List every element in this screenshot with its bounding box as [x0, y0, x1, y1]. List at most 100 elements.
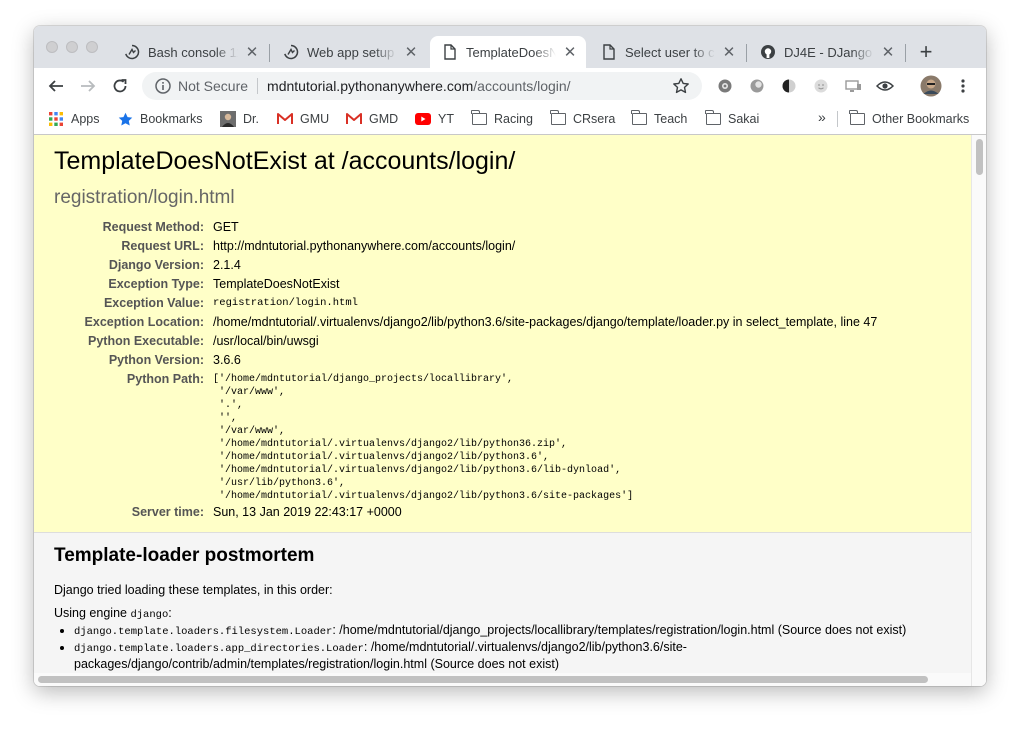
pythonanywhere-icon [124, 44, 140, 60]
loader-separator: : [363, 640, 371, 654]
gray-circle-extension-icon[interactable] [748, 77, 766, 95]
tab-separator [269, 44, 270, 62]
folder-icon [849, 110, 865, 127]
tab-dj4e[interactable]: DJ4E - DJango for Everybody ✕ [748, 36, 904, 68]
list-item: django.template.loaders.filesystem.Loade… [74, 623, 954, 640]
engine-name: django [130, 609, 169, 621]
page-icon [442, 44, 458, 60]
vertical-scrollbar[interactable] [971, 135, 986, 686]
apps-grid-icon [48, 111, 64, 127]
gmail-icon [277, 111, 293, 127]
security-label[interactable]: Not Secure [178, 78, 248, 94]
info-icon[interactable] [154, 77, 172, 95]
youtube-icon [415, 111, 431, 127]
bookmark-label: Dr. [243, 112, 259, 126]
page-title: TemplateDoesNotExist at /accounts/login/ [54, 147, 516, 175]
vertical-scroll-thumb[interactable] [976, 139, 983, 175]
tab-title: TemplateDoesNotExist [466, 44, 556, 60]
smiley-extension-icon[interactable] [812, 77, 830, 95]
meta-value: 3.6.6 [213, 353, 241, 367]
settings-extension-icon[interactable] [716, 77, 734, 95]
meta-row-exception-type: Exception Type: TemplateDoesNotExist [34, 275, 971, 294]
cast-extension-icon[interactable] [844, 77, 862, 95]
horizontal-scroll-thumb[interactable] [38, 676, 928, 683]
folder-icon [705, 110, 721, 127]
horizontal-scrollbar[interactable] [34, 673, 971, 686]
close-tab-icon[interactable]: ✕ [403, 44, 419, 61]
meta-label: Exception Value: [103, 296, 204, 310]
meta-label: Python Executable: [88, 334, 204, 348]
forward-button[interactable] [76, 74, 100, 98]
loader-detail: /home/mdntutorial/django_projects/locall… [339, 623, 907, 637]
meta-row-python-version: Python Version: 3.6.6 [34, 351, 971, 370]
meta-value: 2.1.4 [213, 258, 241, 272]
bookmark-other-bookmarks[interactable]: Other Bookmarks [849, 110, 969, 128]
bookmark-label: CRsera [573, 112, 616, 126]
meta-value: http://mdntutorial.pythonanywhere.com/ac… [213, 239, 516, 253]
back-button[interactable] [44, 74, 68, 98]
bookmark-folder-racing[interactable]: Racing [471, 110, 533, 128]
eye-extension-icon[interactable] [876, 77, 894, 95]
postmortem-intro: Django tried loading these templates, in… [54, 583, 333, 597]
pythonanywhere-icon [283, 44, 299, 60]
meta-label: Exception Location: [84, 315, 204, 329]
meta-value: /home/mdntutorial/.virtualenvs/django2/l… [213, 315, 878, 329]
bookmark-gmu[interactable]: GMU [277, 110, 329, 128]
bookmark-yt[interactable]: YT [415, 110, 454, 128]
new-tab-button[interactable]: + [914, 40, 938, 64]
meta-row-exception-location: Exception Location: /home/mdntutorial/.v… [34, 313, 971, 332]
reload-icon [113, 79, 127, 93]
bookmark-apps[interactable]: Apps [48, 110, 100, 128]
postmortem-heading: Template-loader postmortem [54, 545, 315, 566]
meta-label: Server time: [131, 505, 204, 519]
page-icon [601, 44, 617, 60]
url-host: mdntutorial.pythonanywhere.com [267, 78, 474, 94]
request-info-table: Request Method: GET Request URL: http://… [34, 218, 971, 522]
url-path: /accounts/login/ [473, 78, 571, 94]
meta-row-django-version: Django Version: 2.1.4 [34, 256, 971, 275]
bookmark-folder-teach[interactable]: Teach [631, 110, 687, 128]
meta-value: registration/login.html [213, 297, 358, 309]
meta-row-exception-value: Exception Value: registration/login.html [34, 294, 971, 313]
close-tab-icon[interactable]: ✕ [244, 44, 260, 61]
meta-value: ['/home/mdntutorial/django_projects/loca… [213, 370, 971, 503]
contrast-extension-icon[interactable] [780, 77, 798, 95]
meta-row-request-method: Request Method: GET [34, 218, 971, 237]
zoom-window-button[interactable] [86, 41, 98, 53]
tab-web-app-setup[interactable]: Web app setup : mdntutorial ✕ [271, 36, 427, 68]
meta-row-python-executable: Python Executable: /usr/local/bin/uwsgi [34, 332, 971, 351]
folder-icon [550, 110, 566, 127]
bookmark-label: Sakai [728, 112, 760, 126]
bookmark-label: Other Bookmarks [872, 112, 970, 126]
toolbar: Not Secure mdntutorial.pythonanywhere.co… [34, 68, 986, 104]
bookmark-dr[interactable]: Dr. [220, 110, 259, 128]
minimize-window-button[interactable] [66, 41, 78, 53]
meta-row-python-path: Python Path: ['/home/mdntutorial/django_… [34, 370, 971, 503]
bookmark-star-icon[interactable] [672, 77, 690, 95]
engine-prefix: Using engine [54, 606, 131, 620]
tab-bash-console[interactable]: Bash console 11404 ✕ [112, 36, 268, 68]
profile-avatar[interactable] [920, 75, 942, 97]
bookmark-folder-sakai[interactable]: Sakai [705, 110, 759, 128]
close-window-button[interactable] [46, 41, 58, 53]
close-tab-icon[interactable]: ✕ [562, 44, 578, 61]
bookmark-gmd[interactable]: GMD [346, 110, 398, 128]
bookmarks-overflow-button[interactable]: » [818, 109, 826, 125]
reload-button[interactable] [108, 74, 132, 98]
bookmark-label: GMD [369, 112, 399, 126]
tab-template-does-not-exist[interactable]: TemplateDoesNotExist ✕ [430, 36, 586, 68]
address-bar[interactable]: Not Secure mdntutorial.pythonanywhere.co… [142, 72, 702, 100]
meta-value: Sun, 13 Jan 2019 22:43:17 +0000 [213, 505, 402, 519]
menu-icon[interactable] [954, 77, 972, 95]
portrait-icon [220, 111, 236, 127]
folder-icon [631, 110, 647, 127]
bookmark-bookmarks[interactable]: Bookmarks [117, 110, 203, 128]
close-tab-icon[interactable]: ✕ [721, 44, 737, 61]
meta-label: Python Path: [126, 372, 204, 386]
loader-list: django.template.loaders.filesystem.Loade… [54, 623, 954, 672]
tab-select-user[interactable]: Select user to change ✕ [589, 36, 745, 68]
close-tab-icon[interactable]: ✕ [880, 44, 896, 61]
bookmark-folder-crsera[interactable]: CRsera [550, 110, 615, 128]
gmail-icon [346, 111, 362, 127]
bookmarks-bar: Apps Bookmarks Dr. GMU GMD YT Racing CRs… [34, 104, 986, 135]
